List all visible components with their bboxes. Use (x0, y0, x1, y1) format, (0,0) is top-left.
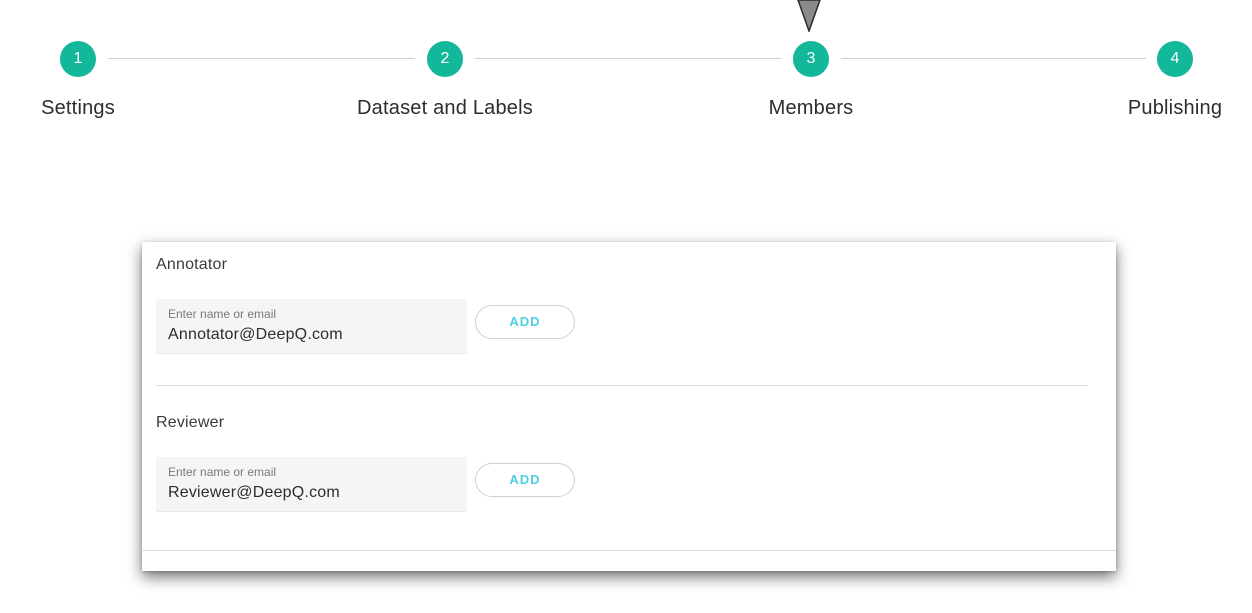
step-4-label: Publishing (1127, 97, 1223, 119)
step-3-label: Members (768, 97, 854, 119)
step-1-circle[interactable]: 1 (60, 41, 96, 77)
reviewer-input-value[interactable]: Reviewer@DeepQ.com (168, 484, 340, 502)
reviewer-input[interactable]: Enter name or email Reviewer@DeepQ.com (156, 457, 467, 512)
members-step-page: 1 2 3 4 Settings Dataset and Labels Memb… (0, 0, 1252, 613)
stepper-connector (841, 58, 1146, 59)
triangle-down-icon (797, 0, 821, 32)
add-reviewer-button[interactable]: ADD (475, 463, 575, 497)
annotator-input-value[interactable]: Annotator@DeepQ.com (168, 326, 343, 344)
step-2-label: Dataset and Labels (357, 97, 533, 119)
annotator-section-title: Annotator (156, 256, 228, 273)
annotator-input-label: Enter name or email (168, 307, 277, 321)
section-divider (156, 385, 1088, 386)
annotator-input[interactable]: Enter name or email Annotator@DeepQ.com (156, 299, 467, 354)
reviewer-section-title: Reviewer (156, 414, 225, 431)
step-1-label: Settings (41, 97, 115, 119)
step-3-circle[interactable]: 3 (793, 41, 829, 77)
reviewer-input-label: Enter name or email (168, 465, 277, 479)
stepper-connector (108, 58, 415, 59)
step-4-circle[interactable]: 4 (1157, 41, 1193, 77)
step-2-circle[interactable]: 2 (427, 41, 463, 77)
stepper-connector (475, 58, 781, 59)
members-card: Annotator Enter name or email Annotator@… (142, 242, 1116, 571)
section-divider (142, 550, 1116, 551)
add-annotator-button[interactable]: ADD (475, 305, 575, 339)
